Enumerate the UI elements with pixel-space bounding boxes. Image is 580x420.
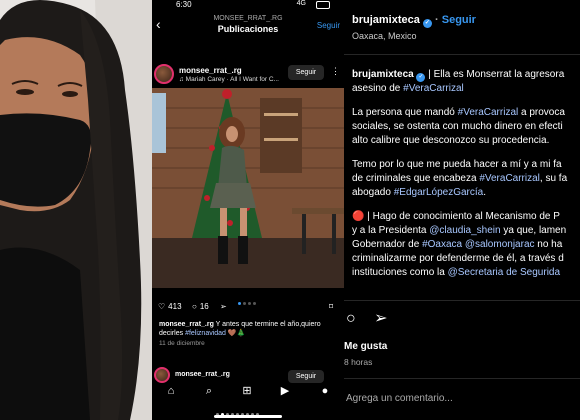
- caption-hashtag[interactable]: #EdgarLópezGarcía: [394, 187, 484, 198]
- status-bar: 6:30 4G: [152, 0, 344, 10]
- comment-icon[interactable]: ○: [346, 310, 356, 327]
- caption-line: asesino de: [352, 83, 404, 94]
- post-location[interactable]: Oaxaca, Mexico: [352, 31, 417, 41]
- heart-icon[interactable]: ♡: [158, 302, 165, 311]
- caption-emoji: 🤎🎄: [225, 330, 246, 337]
- post-caption: monsee_rrat_.rg Y antes que termine el a…: [159, 320, 339, 338]
- post-time: 8 horas: [344, 357, 373, 367]
- post-actions: ○ ➢: [346, 308, 388, 328]
- follow-link[interactable]: Seguir: [442, 14, 476, 26]
- phone-screen: 6:30 4G ‹ MONSEE_RRAT_.RG Publicaciones …: [152, 0, 344, 420]
- caption-line: abogado: [352, 187, 394, 198]
- caption-line: criminalizarme por defenderme de él, a t…: [352, 253, 564, 264]
- follow-link[interactable]: Seguir: [317, 21, 340, 30]
- profile-avatar-icon[interactable]: ●: [316, 384, 334, 398]
- caption-line: | Ella es Monserrat la agresora: [425, 69, 565, 80]
- caption-line: a provoca: [518, 107, 565, 118]
- verified-icon: ✓: [422, 19, 432, 28]
- post-header: monsee_rrat_.rg ♫ Mariah Carey · All I W…: [152, 60, 344, 88]
- caption-mention[interactable]: @salomonjarac: [465, 239, 535, 250]
- caption-line: y a la Presidenta: [352, 225, 430, 236]
- desktop-post-panel: brujamixteca ✓ · Seguir Oaxaca, Mexico b…: [344, 0, 580, 420]
- caption-line: sociales, se ostenta con mucho dinero en…: [352, 121, 563, 132]
- caption-line: ya que, lamen: [500, 225, 567, 236]
- post-author: brujamixteca ✓ · Seguir: [352, 14, 476, 28]
- divider: [344, 300, 580, 301]
- caption-line: alto calibre que desconozco su procedenc…: [352, 135, 550, 146]
- create-icon[interactable]: ⊞: [238, 384, 256, 398]
- caption-line: instituciones como la: [352, 267, 448, 278]
- caption-line: , su fa: [539, 173, 568, 184]
- caption-line: La persona que mandó: [352, 107, 458, 118]
- comment-input[interactable]: Agrega un comentario...: [346, 393, 453, 404]
- search-icon[interactable]: ⌕: [200, 384, 218, 398]
- post-caption: brujamixteca ✓ | Ella es Monserrat la ag…: [352, 68, 580, 280]
- caption-username[interactable]: monsee_rrat_.rg: [159, 321, 214, 328]
- caption-hashtag[interactable]: #Oaxaca: [422, 239, 462, 250]
- home-indicator: [214, 415, 282, 418]
- avatar[interactable]: [154, 367, 170, 383]
- like-count: 413: [168, 302, 182, 311]
- like-action[interactable]: ♡ 413: [158, 302, 182, 311]
- header-username: MONSEE_RRAT_.RG: [213, 15, 283, 22]
- likes-label[interactable]: Me gusta: [344, 341, 387, 352]
- author-username[interactable]: brujamixteca: [352, 14, 420, 26]
- caption-line: de criminales que encabeza: [352, 173, 480, 184]
- post-image[interactable]: [152, 88, 344, 288]
- caption-mention[interactable]: @claudia_shein: [429, 225, 500, 236]
- comment-icon[interactable]: ○: [192, 302, 197, 311]
- publications-header: ‹ MONSEE_RRAT_.RG Publicaciones Seguir: [152, 12, 344, 38]
- caption-line: 🔴 | Hago de conocimiento al Mecanismo de…: [352, 211, 560, 222]
- caption-line: Temo por lo que me pueda hacer a mí y a …: [352, 159, 562, 170]
- bookmark-icon[interactable]: ⌑: [329, 302, 333, 311]
- caption-line: .: [483, 187, 487, 198]
- person-photo: [0, 0, 152, 420]
- reels-icon[interactable]: ▶: [276, 384, 294, 398]
- status-time: 6:30: [176, 0, 192, 9]
- network-indicator: 4G: [296, 0, 306, 7]
- comment-action[interactable]: ○ 16: [192, 302, 209, 311]
- post-username[interactable]: monsee_rrat_.rg: [175, 371, 230, 378]
- divider: [344, 378, 580, 379]
- caption-hashtag[interactable]: #VeraCarrizal: [403, 83, 464, 94]
- share-icon[interactable]: ➢: [374, 310, 387, 327]
- home-icon[interactable]: ⌂: [162, 384, 180, 398]
- share-icon[interactable]: ➢: [220, 302, 227, 311]
- caption-hashtag[interactable]: #feliznavidad: [185, 330, 226, 337]
- caption-hashtag[interactable]: #VeraCarrizal: [479, 173, 540, 184]
- battery-icon: [316, 1, 330, 9]
- page-title: Publicaciones: [217, 24, 279, 34]
- christmas-photo: [152, 88, 344, 288]
- caption-hashtag[interactable]: #VeraCarrizal: [458, 107, 519, 118]
- post-username[interactable]: monsee_rrat_.rg: [179, 66, 242, 75]
- divider: [344, 54, 580, 55]
- person-illustration: [0, 0, 152, 420]
- post-actions: ♡ 413 ○ 16 ➢ ⌑: [152, 300, 344, 316]
- follow-button[interactable]: Seguir: [288, 65, 324, 80]
- caption-mention[interactable]: @Secretaria de Segurida: [448, 267, 560, 278]
- post-music[interactable]: ♫ Mariah Carey · All I Want for C...: [179, 76, 279, 83]
- caption-line: Gobernador de: [352, 239, 423, 250]
- caption-username[interactable]: brujamixteca: [352, 69, 414, 80]
- follow-button[interactable]: Seguir: [288, 370, 324, 383]
- more-options-icon[interactable]: ⋮: [331, 66, 340, 77]
- caption-line: no ha: [534, 239, 563, 250]
- post-date: 11 de diciembre: [159, 340, 205, 347]
- next-post-header: monsee_rrat_.rg Seguir: [152, 367, 344, 385]
- avatar[interactable]: [154, 64, 174, 84]
- comment-count: 16: [199, 302, 209, 311]
